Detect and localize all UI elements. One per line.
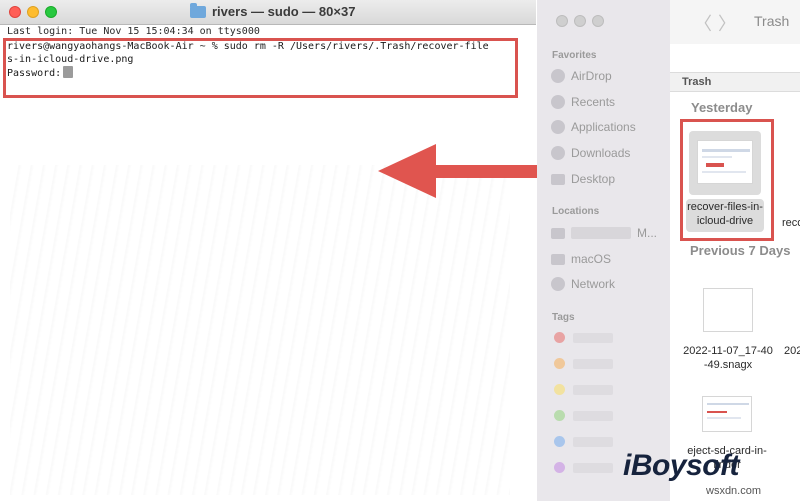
file-label-line-1: 202 (784, 345, 800, 357)
desktop-icon (551, 173, 565, 185)
finder-toolbar: 〈 〉 Trash (670, 0, 800, 44)
tag-blue-icon[interactable] (554, 436, 565, 447)
tag-redacted-label (573, 411, 613, 421)
terminal-titlebar[interactable]: rivers — sudo — 80×37 (0, 0, 536, 25)
file-label-line-1: 2022-11-07_17-40 (683, 345, 773, 357)
tag-redacted-label (573, 463, 613, 473)
file-thumbnail (703, 288, 753, 332)
sidebar-item-airdrop[interactable]: AirDrop (551, 69, 612, 83)
finder-title: Trash (754, 13, 790, 29)
group-heading-yesterday: Yesterday (691, 100, 753, 115)
site-watermark: wsxdn.com (706, 485, 762, 497)
sidebar-item-label: Recents (571, 95, 616, 109)
back-chevron-icon[interactable]: 〈 (694, 10, 712, 36)
finder-minimize-button[interactable] (574, 15, 586, 27)
file-label-line-2: -49.snagx (703, 359, 753, 371)
sidebar-item-label: Downloads (571, 146, 631, 160)
tag-redacted-label (573, 359, 613, 369)
sidebar-item-label: M... (637, 226, 657, 240)
sidebar-item-label: macOS (571, 252, 612, 266)
disk-icon (551, 253, 565, 265)
network-icon (551, 277, 565, 291)
finder-zoom-button[interactable] (592, 15, 604, 27)
screenshot-preview-icon (707, 403, 749, 419)
path-bar: Trash (670, 72, 800, 92)
redacted-name (571, 227, 631, 239)
group-heading-previous-7-days: Previous 7 Days (690, 243, 791, 258)
tag-redacted-label (573, 385, 613, 395)
sidebar-item-downloads[interactable]: Downloads (551, 146, 630, 160)
file-thumbnail (702, 396, 752, 432)
downloads-icon (551, 146, 565, 160)
close-button[interactable] (9, 6, 21, 18)
minimize-button[interactable] (27, 6, 39, 18)
sidebar-item-network[interactable]: Network (551, 277, 615, 291)
zoom-button[interactable] (45, 6, 57, 18)
path-bar-label: Trash (682, 76, 712, 88)
command-highlight-box (3, 38, 518, 98)
file-item-partial-2[interactable]: 202 (784, 344, 800, 358)
tag-green-icon[interactable] (554, 410, 565, 421)
tags-heading: Tags (552, 312, 575, 323)
applications-icon (551, 120, 565, 134)
tag-yellow-icon[interactable] (554, 384, 565, 395)
terminal-window: rivers — sudo — 80×37 Last login: Tue No… (0, 0, 536, 501)
file-item-snagx[interactable]: 2022-11-07_17-40 -49.snagx (678, 288, 778, 372)
sidebar-item-label: Applications (571, 120, 636, 134)
favorites-heading: Favorites (552, 50, 597, 61)
finder-window: Favorites AirDrop Recents Applications D… (537, 0, 800, 501)
sidebar-item-label: Network (571, 277, 616, 291)
finder-sidebar: Favorites AirDrop Recents Applications D… (537, 0, 670, 501)
ghost-background (10, 165, 510, 495)
tag-red-icon[interactable] (554, 332, 565, 343)
file-label-line-1: reco (782, 217, 800, 229)
tag-redacted-label (573, 437, 613, 447)
sidebar-item-recents[interactable]: Recents (551, 95, 615, 109)
arrow-head (378, 144, 436, 198)
tag-redacted-label (573, 333, 613, 343)
sidebar-item-label: AirDrop (571, 69, 612, 83)
laptop-icon (551, 227, 565, 239)
sidebar-item-macos[interactable]: macOS (551, 252, 611, 266)
airdrop-icon (551, 69, 565, 83)
folder-icon (190, 2, 206, 18)
clock-icon (551, 95, 565, 109)
finder-content: 〈 〉 Trash Trash Yesterday recover-files-… (670, 0, 800, 501)
last-login-line: Last login: Tue Nov 15 15:04:34 on ttys0… (7, 26, 260, 37)
finder-close-button[interactable] (556, 15, 568, 27)
terminal-title: rivers — sudo — 80×37 (190, 2, 356, 19)
forward-chevron-icon[interactable]: 〉 (718, 10, 736, 36)
sidebar-item-desktop[interactable]: Desktop (551, 172, 615, 186)
locations-heading: Locations (552, 206, 600, 217)
tag-orange-icon[interactable] (554, 358, 565, 369)
iboysoft-watermark: iBoysoft (623, 449, 740, 482)
terminal-title-text: rivers — sudo — 80×37 (212, 4, 356, 19)
file-highlight-box (680, 119, 774, 241)
file-item-partial[interactable]: reco (782, 216, 800, 230)
tag-purple-icon[interactable] (554, 462, 565, 473)
sidebar-item-label: Desktop (571, 172, 616, 186)
sidebar-item-applications[interactable]: Applications (551, 120, 636, 134)
sidebar-item-macbook[interactable]: M... (551, 226, 657, 240)
